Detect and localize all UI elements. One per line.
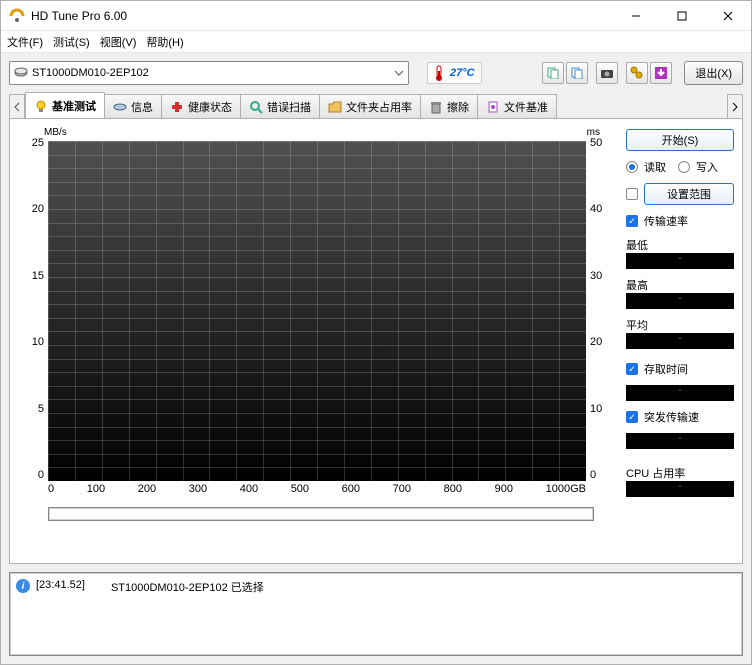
settings-button[interactable]	[626, 62, 648, 84]
plot-surface	[48, 141, 586, 481]
menu-file[interactable]: 文件(F)	[7, 34, 43, 50]
disk-icon	[14, 66, 28, 80]
transfer-rate-checkbox[interactable]	[626, 215, 638, 227]
tab-strip: 基准测试 信息 健康状态 错误扫描 文件夹占用率 擦除 文件基准	[9, 93, 743, 119]
tab-scroll-left[interactable]	[9, 94, 25, 118]
tab-health[interactable]: 健康状态	[161, 94, 241, 118]
controls-panel: 开始(S) 读取 写入 设置范围 传输速率 最低 最高 平均	[626, 129, 734, 553]
tab-errorscan[interactable]: 错误扫描	[240, 94, 320, 118]
menu-help[interactable]: 帮助(H)	[146, 34, 183, 50]
chevron-down-icon	[394, 68, 404, 78]
log-message: ST1000DM010-2EP102 已选择	[111, 579, 264, 595]
temperature-value: 27°C	[450, 67, 475, 79]
menu-test[interactable]: 测试(S)	[53, 34, 90, 50]
chart-area: MB/s ms 25 20 15 10 5 0 0100200300400500…	[18, 129, 618, 553]
temperature-display: 27°C	[427, 62, 482, 84]
cpu-usage-value	[626, 481, 734, 497]
progress-bar	[48, 507, 594, 521]
min-value	[626, 253, 734, 269]
titlebar: HD Tune Pro 6.00	[1, 1, 751, 31]
thermometer-icon	[434, 65, 444, 81]
app-window: HD Tune Pro 6.00 文件(F) 测试(S) 视图(V) 帮助(H)…	[0, 0, 752, 665]
drive-select[interactable]: ST1000DM010-2EP102	[9, 61, 409, 85]
cpu-usage-label: CPU 占用率	[626, 468, 685, 480]
burst-rate-checkbox[interactable]	[626, 411, 638, 423]
tab-scroll-right[interactable]	[727, 94, 743, 118]
set-range-button[interactable]: 设置范围	[644, 183, 734, 205]
copy-text-button[interactable]	[542, 62, 564, 84]
toolbar: ST1000DM010-2EP102 27°C 退出(X)	[9, 59, 743, 87]
app-icon	[9, 8, 25, 24]
menubar: 文件(F) 测试(S) 视图(V) 帮助(H)	[1, 31, 751, 53]
burst-rate-value	[626, 433, 734, 449]
copy-info-button[interactable]	[566, 62, 588, 84]
tab-benchmark[interactable]: 基准测试	[25, 92, 105, 118]
drive-name: ST1000DM010-2EP102	[32, 67, 149, 79]
log-time: [23:41.52]	[36, 579, 85, 591]
y-axis-right: 50 40 30 20 10 0	[586, 129, 618, 499]
access-time-checkbox[interactable]	[626, 363, 638, 375]
avg-label: 平均	[626, 320, 648, 332]
tab-erase[interactable]: 擦除	[420, 94, 478, 118]
read-radio[interactable]	[626, 161, 638, 173]
avg-value	[626, 333, 734, 349]
main-panel: MB/s ms 25 20 15 10 5 0 0100200300400500…	[9, 119, 743, 564]
info-icon: i	[16, 579, 30, 593]
tab-info[interactable]: 信息	[104, 94, 162, 118]
start-button[interactable]: 开始(S)	[626, 129, 734, 151]
tab-folderusage[interactable]: 文件夹占用率	[319, 94, 421, 118]
exit-button[interactable]: 退出(X)	[684, 61, 743, 85]
y-axis-left: 25 20 15 10 5 0	[18, 129, 48, 499]
max-label: 最高	[626, 280, 648, 292]
y-right-unit: ms	[587, 127, 600, 138]
disk-info-icon	[113, 100, 127, 114]
file-bench-icon	[486, 100, 500, 114]
content-area: ST1000DM010-2EP102 27°C 退出(X) 基准测试 信息 健康…	[1, 53, 751, 664]
min-label: 最低	[626, 240, 648, 252]
log-panel: i [23:41.52] ST1000DM010-2EP102 已选择	[9, 572, 743, 656]
save-button[interactable]	[650, 62, 672, 84]
write-radio[interactable]	[678, 161, 690, 173]
minimize-button[interactable]	[613, 1, 659, 31]
trash-icon	[429, 100, 443, 114]
toolbar-buttons	[542, 62, 672, 84]
access-time-value	[626, 385, 734, 401]
window-title: HD Tune Pro 6.00	[31, 9, 613, 23]
health-cross-icon	[170, 100, 184, 114]
folder-icon	[328, 100, 342, 114]
benchmark-chart: MB/s ms 25 20 15 10 5 0 0100200300400500…	[18, 129, 618, 499]
range-checkbox[interactable]	[626, 188, 638, 200]
menu-view[interactable]: 视图(V)	[100, 34, 137, 50]
screenshot-button[interactable]	[596, 62, 618, 84]
lightbulb-icon	[34, 99, 48, 113]
maximize-button[interactable]	[659, 1, 705, 31]
magnifier-icon	[249, 100, 263, 114]
tab-filebench[interactable]: 文件基准	[477, 94, 557, 118]
close-button[interactable]	[705, 1, 751, 31]
mode-radio-group: 读取 写入	[626, 159, 734, 175]
x-axis: 01002003004005006007008009001000GB	[48, 483, 586, 499]
max-value	[626, 293, 734, 309]
